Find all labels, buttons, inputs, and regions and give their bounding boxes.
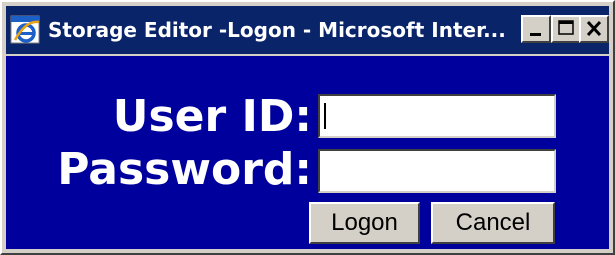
logon-panel: User ID: Password: Logon Cancel: [6, 56, 609, 249]
minimize-icon: [530, 33, 541, 36]
password-input[interactable]: [318, 149, 556, 193]
cancel-button[interactable]: Cancel: [431, 202, 555, 244]
maximize-icon: [558, 20, 574, 35]
logon-button[interactable]: Logon: [309, 202, 420, 244]
ie-icon[interactable]: [10, 14, 42, 46]
password-label: Password:: [57, 144, 312, 195]
maximize-button[interactable]: [551, 15, 581, 43]
browser-window: Storage Editor -Logon - Microsoft Inter.…: [0, 0, 615, 255]
close-icon: [586, 20, 602, 37]
user-id-label: User ID:: [112, 91, 312, 142]
text-caret: [324, 103, 326, 129]
user-id-input[interactable]: [318, 94, 556, 138]
close-button[interactable]: [579, 15, 609, 43]
title-bar[interactable]: Storage Editor -Logon - Microsoft Inter.…: [6, 6, 609, 54]
minimize-button[interactable]: [521, 15, 551, 43]
window-title: Storage Editor -Logon - Microsoft Inter.…: [48, 18, 506, 42]
